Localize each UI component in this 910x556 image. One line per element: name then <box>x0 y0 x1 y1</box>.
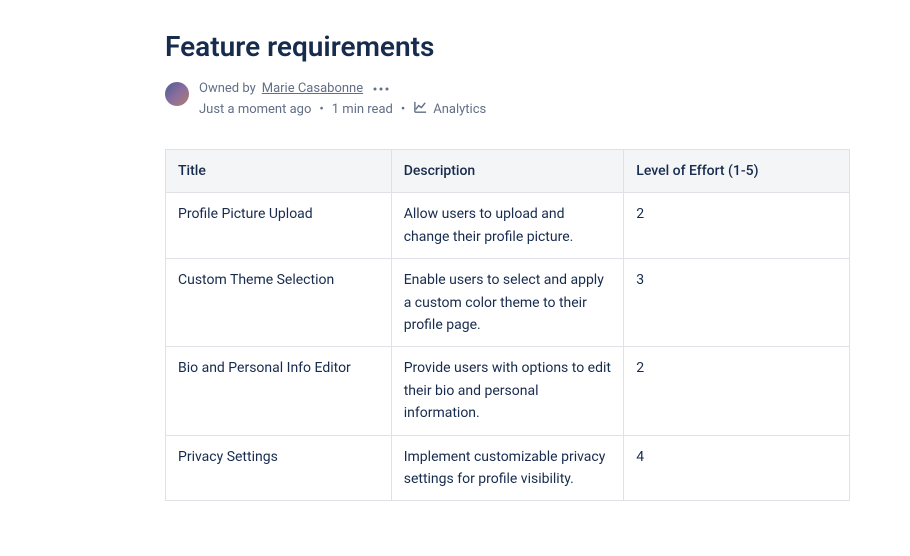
separator-dot: • <box>319 102 323 117</box>
col-header-description: Description <box>391 150 624 193</box>
requirements-table: Title Description Level of Effort (1-5) … <box>165 149 850 501</box>
cell-effort: 2 <box>624 193 850 259</box>
cell-title: Custom Theme Selection <box>166 259 392 347</box>
table-row: Profile Picture Upload Allow users to up… <box>166 193 850 259</box>
cell-title: Bio and Personal Info Editor <box>166 347 392 435</box>
col-header-title: Title <box>166 150 392 193</box>
cell-effort: 2 <box>624 347 850 435</box>
analytics-label: Analytics <box>433 102 486 117</box>
read-time: 1 min read <box>332 102 393 117</box>
analytics-icon <box>413 100 428 119</box>
cell-description: Provide users with options to edit their… <box>391 347 624 435</box>
meta-content: Owned by Marie Casabonne Just a moment a… <box>199 81 486 119</box>
meta-line-owner: Owned by Marie Casabonne <box>199 81 486 96</box>
table-row: Privacy Settings Implement customizable … <box>166 435 850 501</box>
meta-line-info: Just a moment ago • 1 min read • Analyti… <box>199 100 486 119</box>
cell-title: Profile Picture Upload <box>166 193 392 259</box>
avatar[interactable] <box>165 82 189 106</box>
more-icon[interactable] <box>369 87 389 91</box>
owned-by-label: Owned by <box>199 81 256 96</box>
cell-title: Privacy Settings <box>166 435 392 501</box>
author-link[interactable]: Marie Casabonne <box>262 81 363 96</box>
cell-description: Allow users to upload and change their p… <box>391 193 624 259</box>
cell-effort: 4 <box>624 435 850 501</box>
page-title: Feature requirements <box>165 30 850 63</box>
analytics-link[interactable]: Analytics <box>413 100 486 119</box>
table-row: Custom Theme Selection Enable users to s… <box>166 259 850 347</box>
cell-description: Implement customizable privacy settings … <box>391 435 624 501</box>
separator-dot: • <box>401 102 405 117</box>
col-header-effort: Level of Effort (1-5) <box>624 150 850 193</box>
table-header-row: Title Description Level of Effort (1-5) <box>166 150 850 193</box>
timestamp: Just a moment ago <box>199 102 311 117</box>
table-row: Bio and Personal Info Editor Provide use… <box>166 347 850 435</box>
cell-description: Enable users to select and apply a custo… <box>391 259 624 347</box>
page-meta: Owned by Marie Casabonne Just a moment a… <box>165 81 850 119</box>
cell-effort: 3 <box>624 259 850 347</box>
